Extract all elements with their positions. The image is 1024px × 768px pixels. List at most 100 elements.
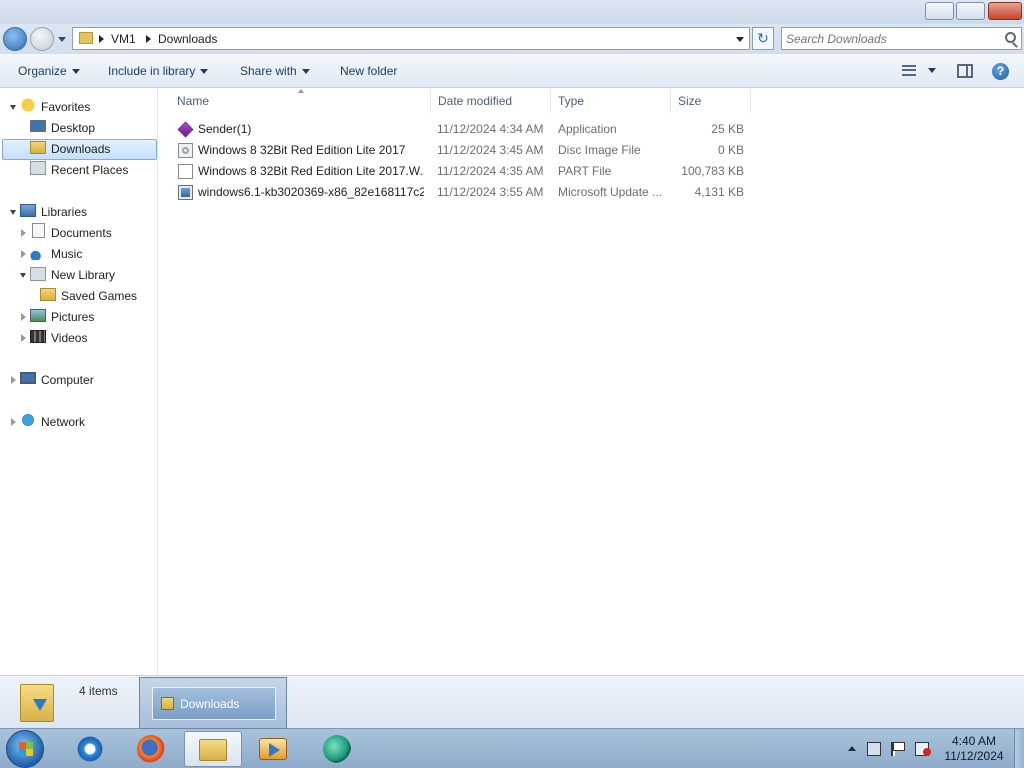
expand-arrow-icon[interactable] <box>11 376 16 384</box>
recent-pages-dropdown-icon[interactable] <box>58 37 66 42</box>
clock-time: 4:40 AM <box>951 734 997 748</box>
file-date: 11/12/2024 4:35 AM <box>437 164 544 178</box>
include-in-library-button[interactable]: Include in library <box>108 64 209 78</box>
taskbar-firefox[interactable] <box>123 731 179 767</box>
volume-muted-icon[interactable] <box>915 742 931 756</box>
show-hidden-icons-icon[interactable] <box>848 746 856 751</box>
taskbar-internet-explorer[interactable] <box>62 731 118 767</box>
network-status-icon[interactable] <box>867 742 881 756</box>
file-date: 11/12/2024 3:55 AM <box>437 185 544 199</box>
file-name: Windows 8 32Bit Red Edition Lite 2017 <box>198 143 406 157</box>
internet-explorer-icon <box>76 735 104 763</box>
clock-date: 11/12/2024 <box>944 749 1004 763</box>
refresh-button[interactable]: ↻ <box>752 27 774 50</box>
file-list: Name Date modified Type Size Sender(1) 1… <box>159 89 1024 675</box>
expand-arrow-icon[interactable] <box>11 418 16 426</box>
file-name: Windows 8 32Bit Red Edition Lite 2017.W.… <box>198 164 424 178</box>
search-icon[interactable] <box>1005 32 1016 43</box>
maximize-button[interactable] <box>956 2 985 20</box>
breadcrumb-downloads[interactable]: Downloads <box>158 32 217 46</box>
file-name: windows6.1-kb3020369-x86_82e168117c2... <box>198 185 424 199</box>
start-button[interactable] <box>6 730 44 768</box>
network-icon <box>20 412 36 428</box>
help-icon[interactable]: ? <box>992 63 1009 80</box>
expand-arrow-icon[interactable] <box>21 250 26 258</box>
thumbnail-label: Downloads <box>180 697 240 711</box>
navigation-pane: Favorites Desktop Downloads Recent Place… <box>0 89 158 675</box>
desktop-icon <box>30 120 46 132</box>
chevron-right-icon[interactable] <box>146 35 151 43</box>
file-date: 11/12/2024 3:45 AM <box>437 143 544 157</box>
file-size: 4,131 KB <box>694 185 744 199</box>
command-bar: Organize Include in library Share with N… <box>0 54 1024 88</box>
expand-arrow-icon[interactable] <box>10 105 16 110</box>
taskbar-windows-explorer[interactable] <box>184 731 242 767</box>
expand-arrow-icon[interactable] <box>20 273 26 278</box>
chevron-right-icon[interactable] <box>99 35 104 43</box>
file-type: Disc Image File <box>558 143 641 157</box>
videos-icon <box>30 330 46 343</box>
system-clock[interactable]: 4:40 AM 11/12/2024 <box>938 734 1010 764</box>
file-type: Application <box>558 122 617 136</box>
taskbar-app[interactable] <box>309 731 365 767</box>
column-header-date-modified[interactable]: Date modified <box>432 89 551 113</box>
documents-icon <box>32 223 45 238</box>
file-row[interactable]: windows6.1-kb3020369-x86_82e168117c2... … <box>175 182 750 203</box>
windows-logo-icon <box>19 742 33 756</box>
file-size: 25 KB <box>711 122 744 136</box>
new-folder-button[interactable]: New folder <box>340 64 397 78</box>
taskbar-thumbnail-popup: Downloads <box>139 677 287 729</box>
chevron-down-icon[interactable] <box>928 68 936 73</box>
saved-games-icon <box>40 288 56 301</box>
item-count: 4 items <box>79 684 118 698</box>
expand-arrow-icon[interactable] <box>21 313 26 321</box>
file-row[interactable]: Windows 8 32Bit Red Edition Lite 2017.W.… <box>175 161 750 182</box>
forward-button[interactable] <box>30 27 54 51</box>
media-player-icon <box>259 738 287 760</box>
music-icon <box>30 244 46 260</box>
close-button[interactable] <box>988 2 1022 20</box>
taskbar: 4:40 AM 11/12/2024 <box>0 728 1024 768</box>
folder-icon <box>79 32 93 44</box>
expand-arrow-icon[interactable] <box>10 210 16 215</box>
search-input[interactable] <box>786 30 996 47</box>
preview-pane-icon[interactable] <box>957 64 973 78</box>
column-header-type[interactable]: Type <box>552 89 671 113</box>
change-view-button[interactable] <box>900 63 940 79</box>
expand-arrow-icon[interactable] <box>21 229 26 237</box>
file-icon <box>178 164 193 179</box>
chevron-down-icon[interactable] <box>736 37 744 42</box>
update-package-icon <box>178 185 193 200</box>
file-size: 100,783 KB <box>681 164 744 178</box>
file-date: 11/12/2024 4:34 AM <box>437 122 544 136</box>
minimize-button[interactable] <box>925 2 954 20</box>
recent-places-icon <box>30 161 46 175</box>
file-type: Microsoft Update ... <box>558 185 663 199</box>
libraries-icon <box>20 204 36 217</box>
disc-image-icon <box>178 143 193 158</box>
organize-button[interactable]: Organize <box>18 64 80 78</box>
application-icon <box>177 121 194 138</box>
computer-icon <box>20 372 36 384</box>
app-icon <box>323 735 351 763</box>
downloads-folder-icon <box>20 684 54 722</box>
action-center-flag-icon[interactable] <box>891 742 905 756</box>
firefox-icon <box>137 735 165 763</box>
address-bar[interactable]: VM1 Downloads <box>72 27 750 50</box>
expand-arrow-icon[interactable] <box>21 334 26 342</box>
folder-icon <box>161 697 174 710</box>
share-with-button[interactable]: Share with <box>240 64 310 78</box>
breadcrumb-vm1[interactable]: VM1 <box>111 32 136 46</box>
column-header-size[interactable]: Size <box>672 89 751 113</box>
show-desktop-button[interactable] <box>1014 729 1024 768</box>
file-row[interactable]: Sender(1) 11/12/2024 4:34 AM Application… <box>175 119 750 140</box>
downloads-folder-icon <box>30 141 46 154</box>
search-box[interactable] <box>781 27 1022 50</box>
back-button[interactable] <box>3 27 27 51</box>
pictures-icon <box>30 309 46 322</box>
chevron-down-icon <box>200 69 209 75</box>
column-header-name[interactable]: Name <box>171 89 431 113</box>
file-row[interactable]: Windows 8 32Bit Red Edition Lite 2017 11… <box>175 140 750 161</box>
thumbnail-downloads-window[interactable]: Downloads <box>152 687 276 720</box>
taskbar-media-player[interactable] <box>245 731 301 767</box>
